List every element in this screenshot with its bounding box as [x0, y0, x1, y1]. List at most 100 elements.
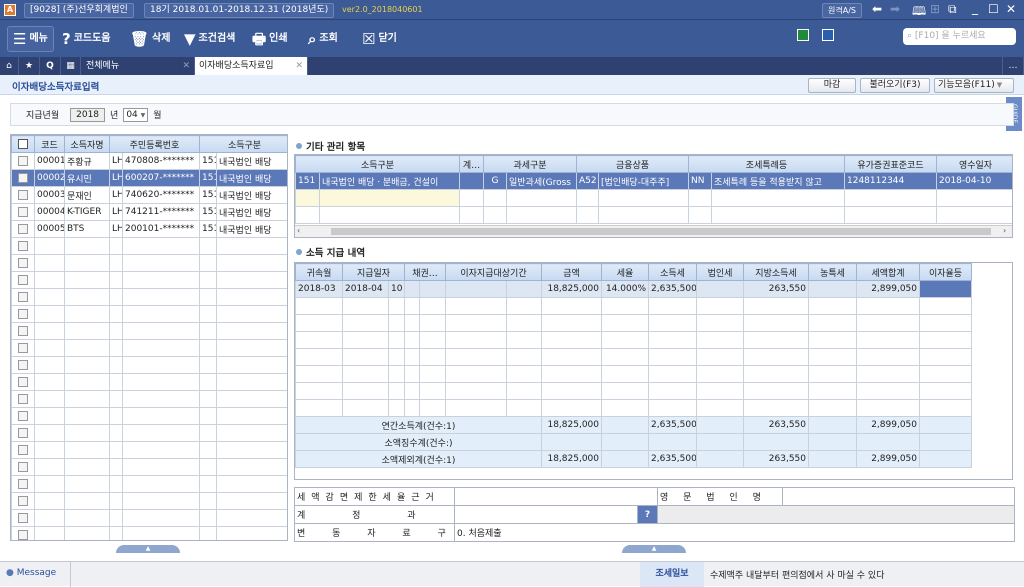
period-selector[interactable]: 18기 2018.01.01-2018.12.31 (2018년도) [144, 3, 335, 18]
message-button[interactable]: ● Message [6, 568, 56, 578]
grid-cell[interactable] [404, 399, 420, 417]
grid-cell[interactable]: 일반과세(Gross [506, 172, 577, 190]
change-type-input[interactable]: 0. 처음제출 [454, 523, 1015, 542]
table-row[interactable] [295, 399, 972, 417]
grid-cell[interactable] [696, 348, 744, 366]
grid-cell[interactable] [445, 331, 507, 349]
row-checkbox[interactable] [11, 526, 35, 540]
collapse-right-button[interactable]: ▲ [622, 545, 686, 553]
word-icon[interactable] [822, 29, 834, 41]
grid-cell[interactable] [936, 206, 1012, 224]
grid-cell[interactable]: 2018-04 [342, 280, 389, 298]
grid-cell[interactable] [808, 331, 857, 349]
grid-cell[interactable] [404, 280, 420, 298]
back-arrow-icon[interactable]: ⬅ [872, 2, 882, 16]
table-row[interactable] [11, 441, 287, 459]
grid-cell[interactable] [541, 297, 602, 315]
table-row[interactable] [11, 526, 287, 540]
grid-cell[interactable] [295, 297, 343, 315]
home-icon[interactable]: ⌂ [0, 57, 19, 75]
row-checkbox[interactable] [11, 475, 35, 493]
row-checkbox[interactable] [11, 169, 35, 187]
grid-cell[interactable]: 2,899,050 [856, 280, 920, 298]
close-window-icon[interactable]: ✕ [1006, 2, 1016, 16]
tab-all-menu[interactable]: 전체메뉴 ✕ [81, 57, 195, 75]
grid-cell[interactable] [856, 365, 920, 383]
grid-cell[interactable] [388, 382, 405, 400]
table-row[interactable] [11, 271, 287, 289]
grid-cell[interactable] [576, 206, 599, 224]
row-checkbox[interactable] [11, 424, 35, 442]
grid-cell[interactable]: 10 [388, 280, 405, 298]
grid-cell[interactable] [419, 399, 446, 417]
grid-cell[interactable] [388, 297, 405, 315]
account-input[interactable] [454, 505, 638, 524]
grid-cell[interactable] [459, 189, 484, 207]
table-row[interactable] [295, 331, 972, 349]
grid-cell[interactable] [295, 382, 343, 400]
row-checkbox[interactable] [11, 390, 35, 408]
grid-cell[interactable]: 1248112344 [844, 172, 937, 190]
grid-cell[interactable] [342, 365, 389, 383]
minimize-icon[interactable]: _ [972, 1, 978, 15]
grid-cell[interactable] [483, 206, 507, 224]
grid-cell[interactable] [506, 189, 577, 207]
row-checkbox[interactable] [11, 492, 35, 510]
grid-icon[interactable]: ⊞ [930, 2, 940, 16]
grid-cell[interactable]: NN [688, 172, 712, 190]
grid-cell[interactable] [506, 331, 542, 349]
grid-cell[interactable] [743, 331, 809, 349]
row-checkbox[interactable] [11, 356, 35, 374]
grid-cell[interactable] [856, 348, 920, 366]
grid-cell[interactable] [648, 382, 697, 400]
global-search-input[interactable]: ⌕ [F10] 을 누르세요 [903, 28, 1016, 45]
grid-cell[interactable] [506, 206, 577, 224]
remote-as-button[interactable]: 원격A/S [822, 3, 862, 18]
grid-cell[interactable] [919, 314, 972, 332]
grid-cell[interactable] [295, 331, 343, 349]
grid-cell[interactable] [445, 280, 507, 298]
grid-cell[interactable] [856, 314, 920, 332]
grid-cell[interactable] [696, 382, 744, 400]
grid-cell[interactable] [688, 206, 712, 224]
grid-cell[interactable] [601, 382, 649, 400]
grid-cell[interactable] [856, 399, 920, 417]
grid-cell[interactable] [808, 348, 857, 366]
grid-cell[interactable] [601, 331, 649, 349]
grid-cell[interactable] [445, 382, 507, 400]
grid-cell[interactable] [295, 399, 343, 417]
grid-cell[interactable] [743, 399, 809, 417]
table-row[interactable] [295, 297, 972, 315]
collapse-left-button[interactable]: ▲ [116, 545, 180, 553]
tab-interest-dividend[interactable]: 이자배당소득자료입 ✕ [195, 57, 308, 75]
excel-icon[interactable] [797, 29, 809, 41]
year-input[interactable]: 2018 [70, 107, 106, 122]
grid-cell[interactable]: A52 [576, 172, 599, 190]
grid-cell[interactable] [601, 399, 649, 417]
grid-cell[interactable] [295, 206, 320, 224]
table-row[interactable]: 00001주황규LH470808-*******151내국법인 배당 [11, 152, 287, 170]
grid-cell[interactable]: [법인배당-대주주] [598, 172, 689, 190]
table-row[interactable]: 00005BTSLH200101-*******151내국법인 배당 [11, 220, 287, 238]
row-checkbox[interactable] [11, 441, 35, 459]
grid-cell[interactable] [576, 189, 599, 207]
grid-cell[interactable] [419, 314, 446, 332]
grid-cell[interactable]: 조세특례 등을 적용받지 않고 [711, 172, 845, 190]
scroll-right-icon[interactable]: › [1003, 226, 1006, 235]
grid-cell[interactable] [648, 314, 697, 332]
grid-cell[interactable] [919, 297, 972, 315]
search-button[interactable]: ⌕ 조회 [308, 28, 338, 50]
table-row[interactable] [295, 348, 972, 366]
scrollbar-thumb[interactable] [331, 228, 991, 235]
table-row[interactable] [295, 189, 1012, 207]
table-row[interactable] [11, 475, 287, 493]
row-checkbox[interactable] [11, 322, 35, 340]
grid-cell[interactable] [419, 297, 446, 315]
company-selector[interactable]: [9028] (주)선우회계법인 [24, 3, 134, 18]
grid-cell[interactable]: 2018-03 [295, 280, 343, 298]
grid-cell[interactable] [601, 314, 649, 332]
account-help-button[interactable]: ? [637, 505, 658, 524]
table-row[interactable] [11, 458, 287, 476]
close-button[interactable]: ☒ 닫기 [362, 28, 397, 50]
grid-cell[interactable] [445, 348, 507, 366]
